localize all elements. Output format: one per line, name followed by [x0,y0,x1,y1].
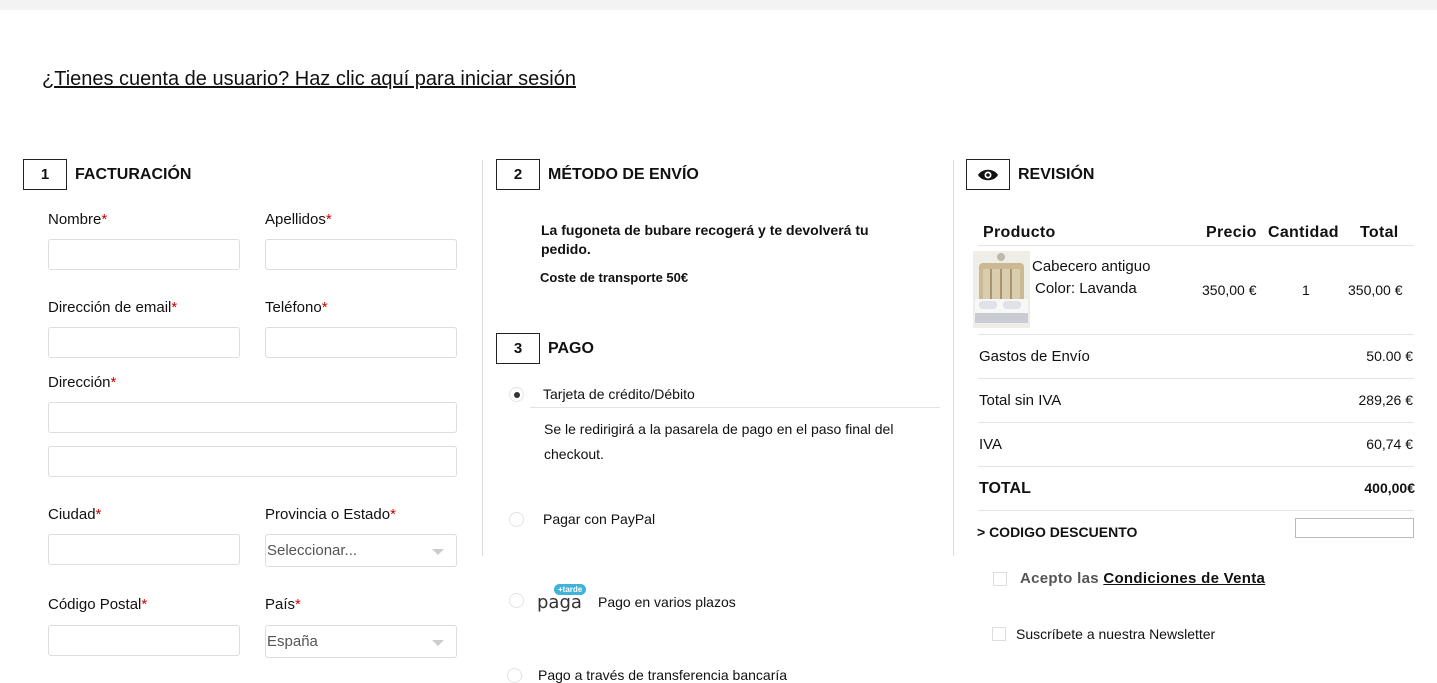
item-divider [978,334,1414,335]
review-step-icon-box [966,159,1010,190]
col-product: Producto [983,224,1056,241]
summary-divider [978,422,1414,423]
product-qty: 1 [1302,282,1310,298]
shipping-description: La fugoneta de bubare recogerá y te devo… [541,222,869,257]
shipping-header: 2 MÉTODO DE ENVÍO [496,159,699,190]
total-value: 400,00€ [1364,480,1415,496]
discount-code-input[interactable] [1295,518,1414,538]
billing-step-number: 1 [23,159,67,190]
review-header: REVISIÓN [966,159,1094,190]
terms-checkbox[interactable] [993,572,1007,586]
product-total: 350,00 € [1348,282,1403,298]
card-radio[interactable] [509,387,524,402]
paga-badge: +tarde [554,584,587,595]
product-name[interactable]: Cabecero antiguo [1032,258,1150,275]
col-qty: Cantidad [1268,224,1339,241]
nombre-label: Nombre* [48,211,108,228]
email-label: Dirección de email* [48,299,178,316]
product-price: 350,00 € [1202,282,1257,298]
shipping-step-number: 2 [496,159,540,190]
iva-label: IVA [979,436,1003,453]
col-total: Total [1360,224,1399,241]
telefono-label: Teléfono* [265,299,328,316]
shipping-cost-label: Gastos de Envío [979,348,1090,365]
direccion-label: Dirección* [48,374,117,391]
shipping-cost: Coste de transporte 50€ [540,270,689,285]
shipping-title: MÉTODO DE ENVÍO [548,165,699,183]
chevron-down-icon [432,549,444,555]
pais-select[interactable]: España [265,625,457,658]
column-divider [953,160,954,556]
subtotal-label: Total sin IVA [979,392,1062,409]
installments-radio[interactable] [509,593,524,608]
payment-step-number: 3 [496,333,540,364]
terms-label: Acepto las Condiciones de Venta [1020,570,1265,587]
terms-link[interactable]: Condiciones de Venta [1103,570,1265,587]
payment-header: 3 PAGO [496,333,594,364]
billing-title: FACTURACIÓN [75,165,192,183]
payment-divider [530,407,940,408]
summary-divider [978,378,1414,379]
pais-select-value: España [267,633,318,650]
total-label: TOTAL [979,480,1031,497]
email-input[interactable] [48,327,240,358]
provincia-label: Provincia o Estado* [265,506,396,523]
provincia-select-value: Seleccionar... [267,542,358,559]
eye-icon [978,169,998,180]
column-divider [482,160,483,556]
shipping-cost-value: 50.00 € [1366,348,1413,364]
transfer-option-label[interactable]: Pago a través de transferencia bancaría [538,667,787,683]
installments-option-label[interactable]: Pago en varios plazos [598,594,736,610]
card-option-label[interactable]: Tarjeta de crédito/Débito [543,386,695,402]
product-thumbnail [973,251,1030,328]
codigo-postal-label: Código Postal* [48,596,148,613]
apellidos-input[interactable] [265,239,457,270]
table-header-divider [978,245,1414,246]
telefono-input[interactable] [265,327,457,358]
transfer-radio[interactable] [507,668,522,683]
card-note: Se le redirigirá a la pasarela de pago e… [544,421,894,462]
paga-logo: paga [537,592,582,613]
terms-prefix: Acepto las [1020,570,1099,587]
product-color-label: Color: [1035,280,1076,297]
codigo-postal-input[interactable] [48,625,240,656]
ciudad-label: Ciudad* [48,506,102,523]
discount-toggle[interactable]: > CODIGO DESCUENTO [977,524,1137,540]
review-title: REVISIÓN [1018,165,1095,183]
subtotal-value: 289,26 € [1358,392,1414,408]
ciudad-input[interactable] [48,534,240,565]
iva-value: 60,74 € [1366,436,1413,452]
direccion-input-2[interactable] [48,446,457,477]
col-price: Precio [1206,224,1257,241]
paypal-radio[interactable] [509,512,524,527]
product-color-value: Lavanda [1079,280,1137,297]
apellidos-label: Apellidos* [265,211,332,228]
summary-divider [978,510,1414,511]
nombre-input[interactable] [48,239,240,270]
provincia-select[interactable]: Seleccionar... [265,534,457,567]
billing-header: 1 FACTURACIÓN [23,159,191,190]
paypal-option-label[interactable]: Pagar con PayPal [543,511,655,527]
newsletter-label: Suscríbete a nuestra Newsletter [1016,626,1216,642]
product-variant: Color: Lavanda [1035,280,1137,297]
chevron-down-icon [432,640,444,646]
direccion-input-1[interactable] [48,402,457,433]
summary-divider [978,466,1414,467]
payment-title: PAGO [548,339,594,357]
newsletter-checkbox[interactable] [992,627,1006,641]
login-link[interactable]: ¿Tienes cuenta de usuario? Haz clic aquí… [42,68,576,91]
pais-label: País* [265,596,301,613]
top-bar [0,0,1437,10]
